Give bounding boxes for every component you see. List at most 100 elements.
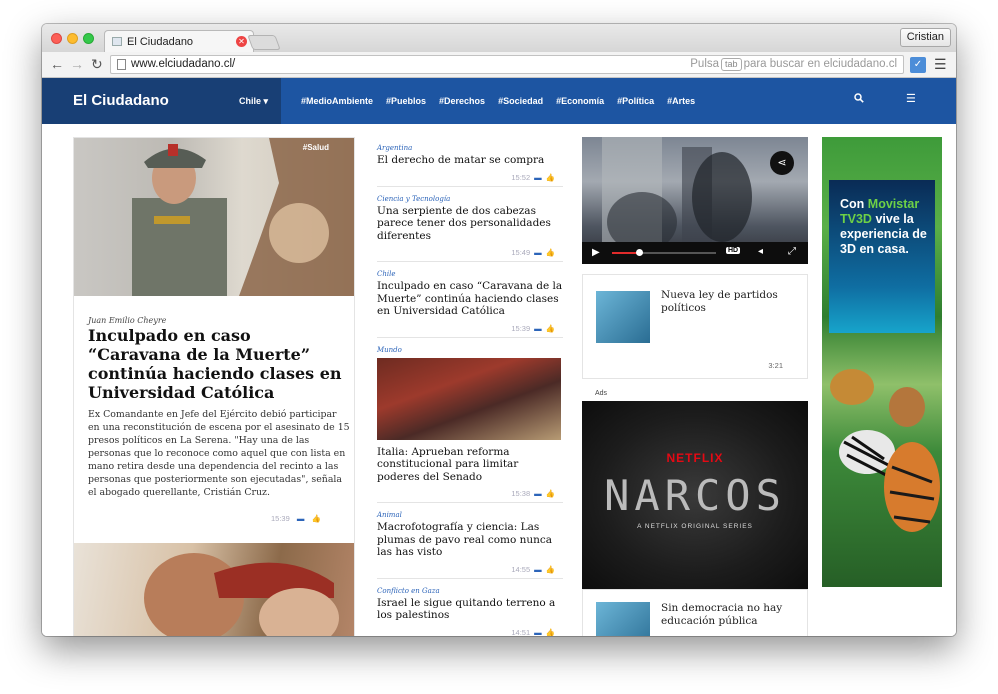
- topic-link[interactable]: #Economía: [556, 96, 604, 106]
- news-title[interactable]: Macrofotografía y ciencia: Las plumas de…: [377, 521, 563, 559]
- volume-icon[interactable]: ◂: [758, 246, 763, 257]
- close-window-button[interactable]: [51, 33, 62, 44]
- news-meta: 15:38 ▬ 👍: [377, 489, 563, 498]
- search-hint: Pulsa tab para buscar en elciudadano.cl: [690, 58, 897, 71]
- news-category[interactable]: Animal: [377, 511, 563, 519]
- news-category[interactable]: Ciencia y Tecnología: [377, 195, 563, 203]
- divider: [377, 185, 563, 187]
- news-title[interactable]: Una serpiente de dos cabezas parece tene…: [377, 205, 563, 243]
- play-icon[interactable]: ▶: [592, 247, 600, 258]
- close-tab-icon[interactable]: ✕: [236, 36, 247, 47]
- favicon-icon: [112, 37, 122, 46]
- share-icon[interactable]: ⋖: [770, 151, 794, 175]
- hamburger-icon[interactable]: ☰: [906, 92, 916, 105]
- tab-title: El Ciudadano: [127, 36, 194, 48]
- new-tab-button[interactable]: [247, 35, 281, 50]
- second-article-image[interactable]: [74, 543, 354, 636]
- topic-link[interactable]: #Pueblos: [386, 96, 426, 106]
- topic-nav: #MedioAmbiente #Pueblos #Derechos #Sociedad…: [301, 78, 708, 124]
- like-icon[interactable]: 👍: [546, 324, 555, 333]
- topic-link[interactable]: #Política: [617, 96, 654, 106]
- news-title[interactable]: Inculpado en caso “Caravana de la Muerte…: [377, 280, 563, 318]
- like-icon[interactable]: 👍: [311, 514, 320, 523]
- news-category[interactable]: Conflicto en Gaza: [377, 587, 563, 595]
- video-thumbnail[interactable]: [596, 602, 650, 636]
- comment-icon[interactable]: ▬: [534, 248, 542, 257]
- extension-icon[interactable]: ✓: [910, 57, 926, 73]
- divider: [377, 336, 563, 338]
- news-meta: 15:49 ▬ 👍: [377, 248, 563, 257]
- news-meta: 15:52 ▬ 👍: [377, 173, 563, 182]
- back-icon[interactable]: ←: [50, 55, 64, 73]
- news-item[interactable]: Ciencia y Tecnología Una serpiente de dos…: [377, 195, 563, 262]
- video-card-title[interactable]: Sin democracia no hay educación pública: [661, 602, 801, 627]
- browser-window: El Ciudadano ✕ Cristian ← → ↻ www.elciud…: [42, 24, 956, 636]
- profile-button[interactable]: Cristian: [899, 28, 951, 47]
- news-item[interactable]: Animal Macrofotografía y ciencia: Las plu…: [377, 511, 563, 579]
- ad-text: Con Movistar TV3D vive la experiencia de…: [840, 197, 927, 256]
- comment-icon[interactable]: ▬: [534, 173, 542, 182]
- like-icon[interactable]: 👍: [546, 489, 555, 498]
- divider: [377, 502, 563, 503]
- video-thumbnail[interactable]: [596, 291, 650, 343]
- news-meta: 14:51 ▬ 👍: [377, 628, 563, 637]
- comment-icon[interactable]: ▬: [534, 324, 542, 333]
- topic-link[interactable]: #Artes: [667, 96, 695, 106]
- reload-icon[interactable]: ↻: [91, 55, 103, 73]
- comment-icon[interactable]: ▬: [534, 628, 542, 637]
- forward-icon[interactable]: →: [70, 55, 84, 73]
- time-label: 15:49: [511, 248, 531, 257]
- divider: [377, 577, 563, 579]
- news-category[interactable]: Chile: [377, 270, 563, 278]
- topic-link[interactable]: #MedioAmbiente: [301, 96, 373, 106]
- featured-column: #Salud Juan Emilio Cheyre Inculpado en c…: [73, 137, 355, 636]
- video-duration: 3:21: [768, 361, 783, 370]
- country-selector[interactable]: Chile ▾: [239, 78, 268, 124]
- news-category[interactable]: Mundo: [377, 346, 563, 354]
- news-item[interactable]: Argentina El derecho de matar se compra 15…: [377, 144, 563, 187]
- news-category[interactable]: Argentina: [377, 144, 563, 152]
- news-item[interactable]: Mundo Italia: Aprueban reforma constituci…: [377, 346, 563, 503]
- comment-icon[interactable]: ▬: [297, 514, 305, 523]
- menu-icon[interactable]: ☰: [934, 56, 947, 73]
- fullscreen-icon[interactable]: ⤢: [788, 246, 796, 257]
- author-name: Juan Emilio Cheyre: [88, 316, 167, 325]
- hd-button[interactable]: HD: [726, 247, 741, 254]
- narcos-title: NARCOS: [604, 471, 786, 520]
- movistar-ad[interactable]: Con Movistar TV3D vive la experiencia de…: [822, 137, 942, 587]
- category-tag[interactable]: #Salud: [303, 143, 329, 152]
- comment-icon[interactable]: ▬: [534, 489, 542, 498]
- news-meta: 15:39 ▬ 👍: [377, 324, 563, 333]
- news-title[interactable]: Italia: Aprueban reforma constitucional …: [377, 446, 563, 484]
- progress-bar[interactable]: [612, 249, 716, 256]
- news-item[interactable]: Chile Inculpado en caso “Caravana de la M…: [377, 270, 563, 338]
- news-title[interactable]: El derecho de matar se compra: [377, 154, 563, 167]
- featured-summary: Ex Comandante en Jefe del Ejército debió…: [88, 409, 350, 498]
- featured-image[interactable]: #Salud: [74, 138, 354, 296]
- like-icon[interactable]: 👍: [546, 173, 555, 182]
- narcos-subtitle: A NETFLIX ORIGINAL SERIES: [637, 523, 753, 530]
- topic-link[interactable]: #Derechos: [439, 96, 485, 106]
- minimize-window-button[interactable]: [67, 33, 78, 44]
- video-card[interactable]: Sin democracia no hay educación pública: [582, 589, 808, 636]
- video-card[interactable]: Nueva ley de partidos políticos 3:21: [582, 274, 808, 379]
- video-player[interactable]: ⋖ ▶ HD ◂ ⤢: [582, 137, 808, 264]
- like-icon[interactable]: 👍: [546, 565, 555, 574]
- news-image[interactable]: [377, 357, 561, 440]
- video-card-title[interactable]: Nueva ley de partidos políticos: [661, 289, 801, 314]
- search-icon[interactable]: [854, 93, 864, 106]
- browser-tab[interactable]: El Ciudadano ✕: [104, 30, 254, 52]
- like-icon[interactable]: 👍: [546, 628, 555, 637]
- news-item[interactable]: Conflicto en Gaza Israel le sigue quitand…: [377, 587, 563, 637]
- netflix-ad[interactable]: NETFLIX NARCOS A NETFLIX ORIGINAL SERIES: [582, 401, 808, 589]
- video-controls: ▶ HD ◂ ⤢: [582, 242, 808, 264]
- topic-link[interactable]: #Sociedad: [498, 96, 543, 106]
- time-label: 14:55: [511, 564, 531, 574]
- time-label: 15:38: [511, 489, 531, 498]
- like-icon[interactable]: 👍: [546, 248, 555, 257]
- zoom-window-button[interactable]: [83, 33, 94, 44]
- featured-headline[interactable]: Inculpado en caso “Caravana de la Muerte…: [88, 326, 344, 402]
- news-title[interactable]: Israel le sigue quitando terreno a los p…: [377, 597, 563, 622]
- address-bar[interactable]: www.elciudadano.cl/ Pulsa tab para buscar …: [110, 55, 904, 74]
- comment-icon[interactable]: ▬: [534, 565, 542, 574]
